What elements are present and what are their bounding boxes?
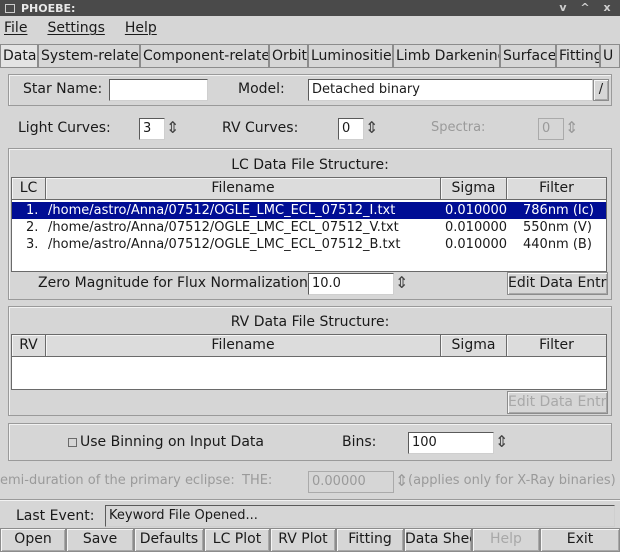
- lc-row-filter: 786nm (Ic): [523, 203, 594, 218]
- use-binning-checkbox[interactable]: Use Binning on Input Data: [68, 434, 264, 450]
- save-button[interactable]: Save: [66, 528, 134, 552]
- last-event-field: Keyword File Opened...: [105, 505, 615, 527]
- rv-curves-spinner-icon[interactable]: ⇕: [365, 118, 378, 138]
- tab-component-related[interactable]: Component-related: [140, 44, 269, 68]
- lc-row-sigma: 0.010000: [445, 220, 508, 235]
- tab-limb-darkening[interactable]: Limb Darkening: [393, 44, 500, 68]
- rv-col-index[interactable]: RV: [12, 335, 46, 357]
- lc-row-filename: /home/astro/Anna/07512/OGLE_LMC_ECL_0751…: [48, 220, 399, 235]
- model-combo[interactable]: Detached binary: [308, 79, 593, 101]
- rv-curves-input[interactable]: 0: [338, 118, 364, 140]
- rv-plot-button[interactable]: RV Plot: [270, 528, 336, 552]
- table-row[interactable]: 1. /home/astro/Anna/07512/OGLE_LMC_ECL_0…: [12, 202, 606, 219]
- tab-bar: Data System-related Component-related Or…: [0, 44, 620, 68]
- spectra-input: 0: [538, 118, 564, 140]
- eclipse-label: emi-duration of the primary eclipse:: [0, 473, 235, 488]
- window-title: PHOEBE:: [21, 1, 76, 15]
- light-curves-label: Light Curves:: [18, 120, 111, 136]
- window-menu-icon[interactable]: [5, 3, 15, 13]
- rv-edit-data-entry-button: Edit Data Entry: [507, 391, 608, 414]
- lc-col-filter[interactable]: Filter: [507, 178, 606, 200]
- eclipse-note: (applies only for X-Ray binaries): [408, 473, 616, 488]
- open-button[interactable]: Open: [0, 528, 66, 552]
- the-input: 0.00000: [308, 471, 394, 493]
- close-icon[interactable]: x: [598, 0, 616, 16]
- model-label: Model:: [238, 81, 285, 97]
- menu-help[interactable]: Help: [125, 20, 157, 36]
- data-sheet-button[interactable]: Data Sheet: [404, 528, 472, 552]
- lc-col-filename[interactable]: Filename: [46, 178, 441, 200]
- lc-row-index: 3.: [26, 237, 39, 252]
- bins-label: Bins:: [342, 434, 377, 450]
- separator: [0, 499, 620, 500]
- lc-col-sigma[interactable]: Sigma: [441, 178, 507, 200]
- menu-settings[interactable]: Settings: [47, 20, 104, 36]
- zero-magnitude-input[interactable]: 10.0: [308, 273, 394, 295]
- lc-row-index: 1.: [26, 203, 39, 218]
- lc-edit-data-entry-button[interactable]: Edit Data Entry: [507, 272, 608, 295]
- lc-table: LC Filename Sigma Filter 1. /home/astro/…: [11, 177, 607, 272]
- lc-row-filename: /home/astro/Anna/07512/OGLE_LMC_ECL_0751…: [48, 237, 401, 252]
- light-curves-input[interactable]: 3: [139, 118, 165, 140]
- tab-orbit[interactable]: Orbit: [269, 44, 308, 68]
- lc-row-sigma: 0.010000: [445, 237, 508, 252]
- bottom-button-bar: Open Save Defaults LC Plot RV Plot Fitti…: [0, 528, 620, 552]
- star-name-input[interactable]: [109, 79, 208, 101]
- bins-spinner-icon[interactable]: ⇕: [495, 432, 508, 452]
- spectra-label: Spectra:: [431, 120, 486, 135]
- lc-row-filter: 550nm (V): [523, 220, 592, 235]
- tab-data[interactable]: Data: [0, 44, 38, 68]
- tab-luminosities[interactable]: Luminosities: [308, 44, 393, 68]
- zero-magnitude-spinner-icon[interactable]: ⇕: [395, 273, 408, 293]
- tab-fitting[interactable]: Fitting: [556, 44, 600, 68]
- last-event-label: Last Event:: [16, 508, 95, 524]
- lc-row-sigma: 0.010000: [445, 203, 508, 218]
- lc-plot-button[interactable]: LC Plot: [204, 528, 270, 552]
- rv-table-title: RV Data File Structure:: [230, 314, 390, 330]
- rv-curves-label: RV Curves:: [222, 120, 299, 136]
- table-row[interactable]: 3. /home/astro/Anna/07512/OGLE_LMC_ECL_0…: [12, 236, 606, 253]
- rv-col-filename[interactable]: Filename: [46, 335, 441, 357]
- the-label: THE:: [242, 473, 273, 488]
- help-button: Help: [472, 528, 540, 552]
- use-binning-label: Use Binning on Input Data: [80, 434, 264, 450]
- the-spinner-icon: ⇕: [395, 471, 409, 490]
- tab-system-related[interactable]: System-related: [38, 44, 140, 68]
- light-curves-spinner-icon[interactable]: ⇕: [166, 118, 179, 138]
- model-dropdown-button[interactable]: /: [593, 79, 609, 101]
- lc-row-index: 2.: [26, 220, 39, 235]
- menubar: File Settings Help: [0, 16, 620, 40]
- zero-magnitude-label: Zero Magnitude for Flux Normalization:: [38, 275, 313, 291]
- table-row[interactable]: 2. /home/astro/Anna/07512/OGLE_LMC_ECL_0…: [12, 219, 606, 236]
- maximize-icon[interactable]: ^: [576, 0, 594, 16]
- rv-col-sigma[interactable]: Sigma: [441, 335, 507, 357]
- lc-row-filter: 440nm (B): [523, 237, 592, 252]
- minimize-icon[interactable]: v: [554, 0, 572, 16]
- spectra-spinner-icon: ⇕: [565, 118, 579, 137]
- defaults-button[interactable]: Defaults: [134, 528, 204, 552]
- tab-surface[interactable]: Surface: [500, 44, 556, 68]
- menu-file[interactable]: File: [4, 20, 27, 36]
- lc-table-title: LC Data File Structure:: [231, 157, 389, 173]
- lc-row-filename: /home/astro/Anna/07512/OGLE_LMC_ECL_0751…: [48, 203, 396, 218]
- bins-input[interactable]: 100: [408, 432, 494, 454]
- tab-more[interactable]: U: [600, 44, 620, 68]
- rv-col-filter[interactable]: Filter: [507, 335, 606, 357]
- lc-col-index[interactable]: LC: [12, 178, 46, 200]
- rv-table: RV Filename Sigma Filter: [11, 334, 607, 390]
- window-titlebar: PHOEBE: v ^ x: [0, 0, 620, 16]
- exit-button[interactable]: Exit: [540, 528, 620, 552]
- star-name-label: Star Name:: [23, 81, 103, 97]
- tab-divider: [0, 67, 620, 68]
- fitting-button[interactable]: Fitting: [336, 528, 404, 552]
- checkbox-icon[interactable]: [68, 437, 77, 447]
